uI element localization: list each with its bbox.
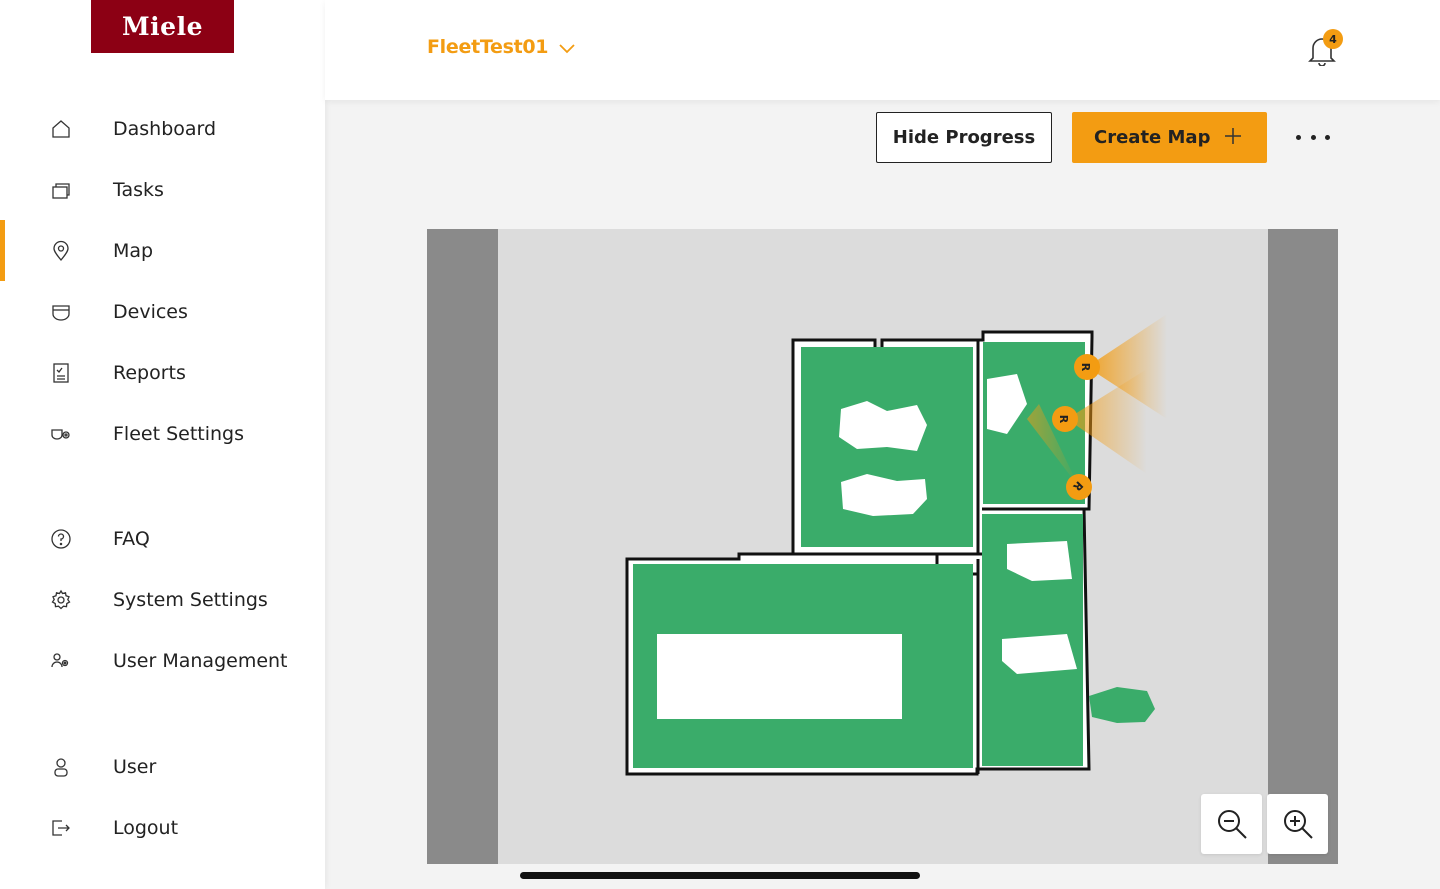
dot-icon	[1310, 134, 1316, 140]
sidebar-item-logout[interactable]: Logout	[0, 797, 325, 858]
sidebar-item-label: Map	[113, 239, 154, 262]
robot-marker[interactable]: R	[1066, 474, 1092, 500]
sidebar-item-map[interactable]: Map	[0, 220, 325, 281]
sidebar-item-system-settings[interactable]: System Settings	[0, 569, 325, 630]
tasks-icon	[50, 179, 72, 201]
create-map-label: Create Map	[1094, 127, 1211, 148]
sidebar-item-dashboard[interactable]: Dashboard	[0, 98, 325, 159]
floor-plan: R R R	[625, 314, 1167, 776]
gear-icon	[50, 589, 72, 611]
more-options-button[interactable]	[1296, 126, 1330, 148]
sidebar-item-label: FAQ	[113, 527, 150, 550]
sidebar-item-label: Logout	[113, 816, 179, 839]
dot-icon	[1296, 134, 1301, 140]
sidebar-item-label: Fleet Settings	[113, 422, 245, 445]
zoom-out-button[interactable]	[1201, 794, 1262, 854]
sidebar-item-label: Dashboard	[113, 117, 217, 140]
fleet-settings-icon	[50, 423, 72, 445]
sidebar-item-label: Reports	[113, 361, 186, 384]
robot-label: R	[1057, 415, 1070, 424]
hide-progress-button[interactable]: Hide Progress	[876, 112, 1052, 163]
top-bar: FleetTest01 4	[325, 0, 1440, 100]
robot-marker[interactable]: R	[1074, 354, 1100, 380]
create-map-button[interactable]: Create Map	[1072, 112, 1267, 163]
sidebar-item-label: Tasks	[113, 178, 164, 201]
users-icon	[50, 650, 72, 672]
robot-label: R	[1079, 363, 1092, 372]
report-icon	[50, 362, 72, 384]
notification-badge: 4	[1323, 29, 1343, 49]
logout-icon	[50, 817, 72, 839]
sidebar-item-label: User Management	[113, 649, 288, 672]
sidebar-item-devices[interactable]: Devices	[0, 281, 325, 342]
sidebar-item-label: User	[113, 755, 157, 778]
sidebar-item-label: System Settings	[113, 588, 268, 611]
map-pin-icon	[50, 240, 72, 262]
zoom-out-icon	[1217, 810, 1247, 839]
device-icon	[50, 301, 72, 323]
zoom-in-icon	[1283, 810, 1313, 839]
map-viewport[interactable]: R R R	[427, 229, 1338, 864]
user-icon	[50, 756, 72, 778]
robot-marker[interactable]: R	[1052, 406, 1078, 432]
home-indicator	[520, 872, 920, 879]
sidebar-item-tasks[interactable]: Tasks	[0, 159, 325, 220]
sidebar-item-reports[interactable]: Reports	[0, 342, 325, 403]
zoom-in-button[interactable]	[1267, 794, 1328, 854]
miele-logo: Miele	[91, 0, 234, 53]
help-icon	[50, 528, 72, 550]
sidebar: Miele Dashboard Tasks Map Devices Report…	[0, 0, 325, 889]
plus-icon	[1221, 124, 1245, 148]
sidebar-item-user[interactable]: User	[0, 736, 325, 797]
dot-icon	[1325, 134, 1330, 140]
chevron-down-icon[interactable]	[557, 38, 577, 58]
sidebar-item-label: Devices	[113, 300, 188, 323]
fleet-selector-label[interactable]: FleetTest01	[427, 36, 549, 58]
sidebar-item-user-management[interactable]: User Management	[0, 630, 325, 691]
sidebar-item-faq[interactable]: FAQ	[0, 508, 325, 569]
sidebar-item-fleet-settings[interactable]: Fleet Settings	[0, 403, 325, 464]
home-icon	[50, 118, 72, 140]
